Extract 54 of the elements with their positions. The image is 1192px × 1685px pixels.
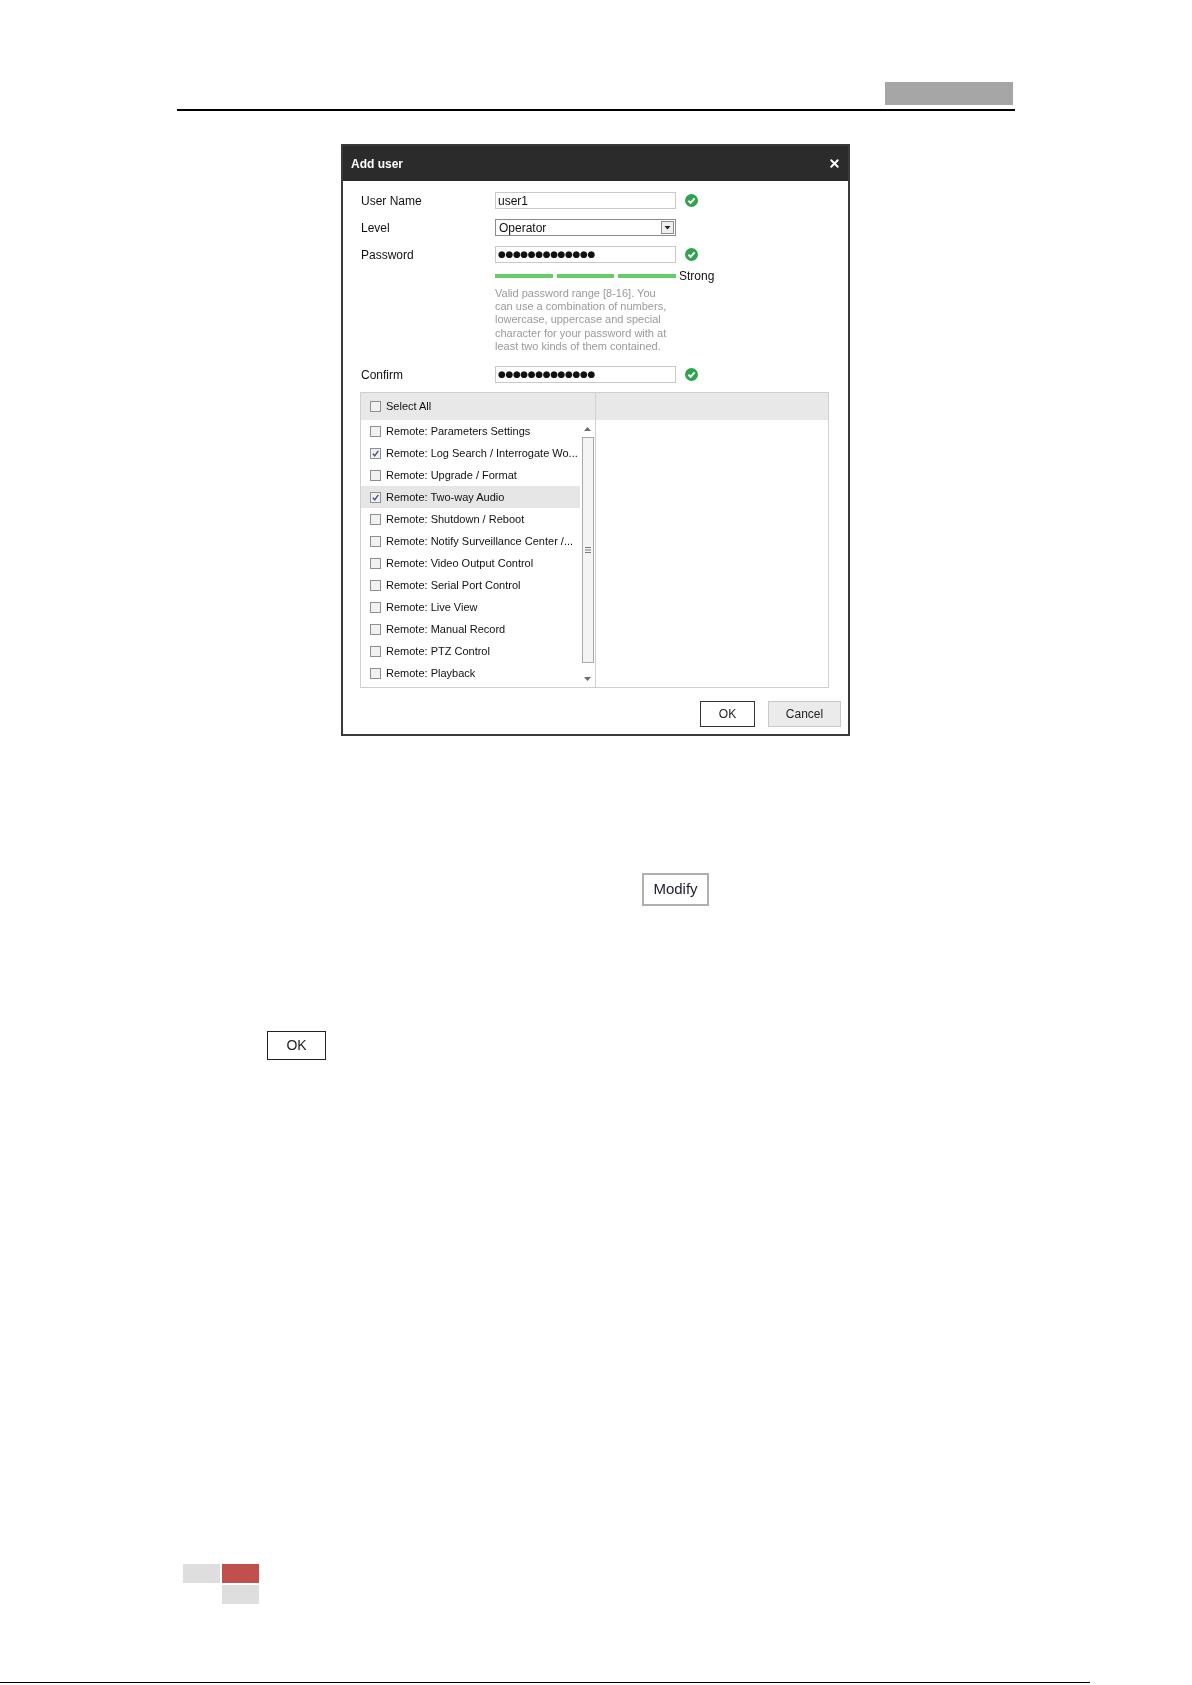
checkbox[interactable]	[370, 513, 381, 525]
checkbox[interactable]	[370, 601, 381, 613]
permission-label: Remote: Shutdown / Reboot	[386, 513, 525, 525]
field-label: User Name	[361, 194, 423, 207]
caret-down-icon	[661, 221, 674, 234]
checkbox[interactable]	[370, 579, 381, 591]
field-label: Password	[361, 248, 415, 261]
ok-button[interactable]: OK	[267, 1031, 326, 1060]
modify-button[interactable]: Modify	[642, 873, 709, 906]
permission-label: Remote: Two-way Audio	[386, 491, 505, 503]
permission-row[interactable]: Remote: Two-way Audio	[361, 486, 580, 508]
scroll-up-icon[interactable]	[584, 426, 591, 431]
field-label: Confirm	[361, 368, 404, 381]
permission-label: Remote: Video Output Control	[386, 557, 534, 569]
checkbox[interactable]	[370, 535, 381, 547]
dialog-button[interactable]: OK	[700, 701, 755, 727]
permission-label: Remote: Log Search / Interrogate Wo...	[386, 447, 578, 459]
select-all-label: Select All	[386, 401, 432, 412]
password-hint: Valid password range [8-16]. You can use a combination of numbers, lowercase, uppercase and special character for your password with at least two kinds of them contained.	[495, 287, 668, 353]
footer-block	[222, 1564, 259, 1583]
checkbox[interactable]	[370, 491, 381, 503]
checkbox[interactable]	[370, 557, 381, 569]
checkbox[interactable]	[370, 623, 381, 635]
password-field[interactable]: ●●●●●●●●●●●●●	[495, 246, 676, 263]
permission-label: Remote: Serial Port Control	[386, 579, 521, 591]
text-field[interactable]: user1	[495, 192, 676, 209]
footer-block	[222, 1585, 259, 1604]
permission-label: Remote: Notify Surveillance Center /...	[386, 535, 574, 547]
checkbox[interactable]	[370, 469, 381, 481]
dialog-title: Add user	[351, 157, 403, 170]
field-label: Level	[361, 221, 391, 234]
permission-label: Remote: Upgrade / Format	[386, 469, 517, 481]
permission-label: Remote: Live View	[386, 601, 478, 613]
level-select[interactable]: Operator	[495, 219, 676, 236]
grip-icon	[584, 547, 591, 553]
strength-label: Strong	[679, 270, 715, 282]
footer-block	[183, 1564, 220, 1583]
scroll-down-icon[interactable]	[584, 677, 591, 681]
checkbox[interactable]	[370, 425, 381, 437]
permission-label: Remote: Manual Record	[386, 623, 506, 635]
permission-label: Remote: PTZ Control	[386, 645, 490, 657]
permission-label: Remote: Parameters Settings	[386, 425, 531, 437]
checkbox[interactable]	[370, 447, 381, 459]
checkbox[interactable]	[370, 645, 381, 657]
tick-icon	[372, 493, 379, 501]
permission-label: Remote: Playback	[386, 667, 476, 679]
scrollbar-thumb[interactable]	[581, 437, 594, 663]
close-button[interactable]	[828, 157, 841, 170]
close-icon	[828, 157, 841, 170]
tick-icon	[372, 449, 379, 457]
checkbox[interactable]	[370, 401, 381, 412]
password-field[interactable]: ●●●●●●●●●●●●●	[495, 366, 676, 383]
checkbox[interactable]	[370, 667, 381, 679]
dialog-button[interactable]: Cancel	[768, 701, 841, 727]
